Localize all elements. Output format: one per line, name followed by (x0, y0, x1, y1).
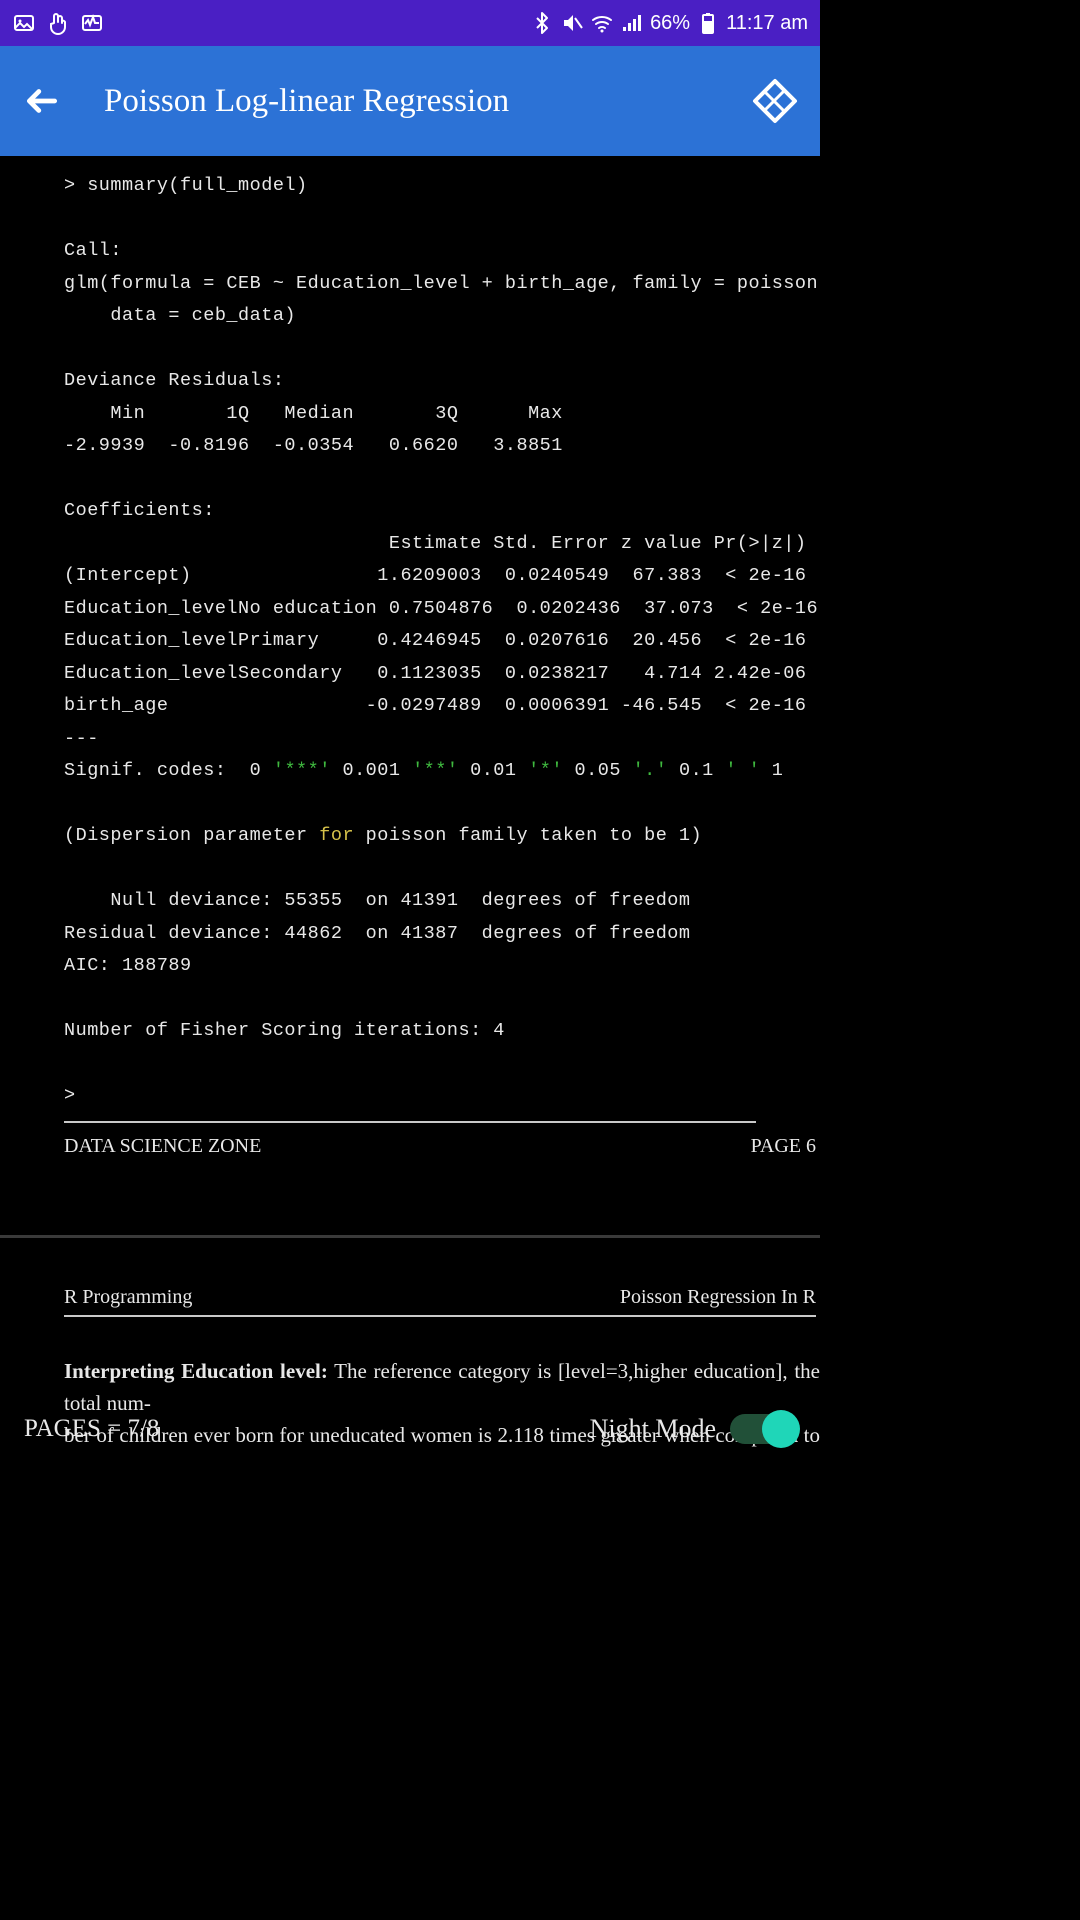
picture-icon (12, 11, 36, 35)
mute-icon (560, 11, 584, 35)
clock-text: 11:17 am (726, 12, 808, 35)
r-output-block: > summary(full_model) Call: glm(formula … (0, 170, 820, 1113)
wifi-icon (590, 11, 614, 35)
android-status-bar: 66% 11:17 am (0, 0, 820, 46)
para-bold: Interpreting Education level: (64, 1359, 328, 1383)
header-right: Poisson Regression In R (620, 1286, 816, 1309)
page7-header: R Programming Poisson Regression In R (0, 1238, 820, 1315)
bluetooth-icon (530, 11, 554, 35)
page6-footer: DATA SCIENCE ZONE PAGE 6 (0, 1123, 820, 1158)
page-break (0, 1176, 820, 1238)
status-right-group: 66% 11:17 am (530, 11, 808, 35)
app-bar: Poisson Log-linear Regression (0, 46, 820, 156)
toggle-knob (762, 1410, 800, 1448)
rotate-button[interactable] (750, 76, 800, 126)
document-viewport[interactable]: > summary(full_model) Call: glm(formula … (0, 156, 820, 1452)
rotate-icon (751, 77, 799, 125)
body-paragraph: Interpreting Education level: The refere… (0, 1317, 820, 1453)
hand-icon (46, 11, 70, 35)
status-left-icons (12, 11, 104, 35)
footer-right: PAGE 6 (751, 1135, 816, 1158)
signal-icon (620, 11, 644, 35)
battery-icon (696, 11, 720, 35)
header-left: R Programming (64, 1286, 192, 1309)
battery-pct: 66% (650, 12, 690, 35)
arrow-left-icon (23, 82, 61, 120)
activity-icon (80, 11, 104, 35)
night-mode-toggle[interactable] (730, 1414, 796, 1444)
footer-left: DATA SCIENCE ZONE (64, 1135, 261, 1158)
page-title: Poisson Log-linear Regression (104, 83, 509, 120)
back-button[interactable] (20, 79, 64, 123)
